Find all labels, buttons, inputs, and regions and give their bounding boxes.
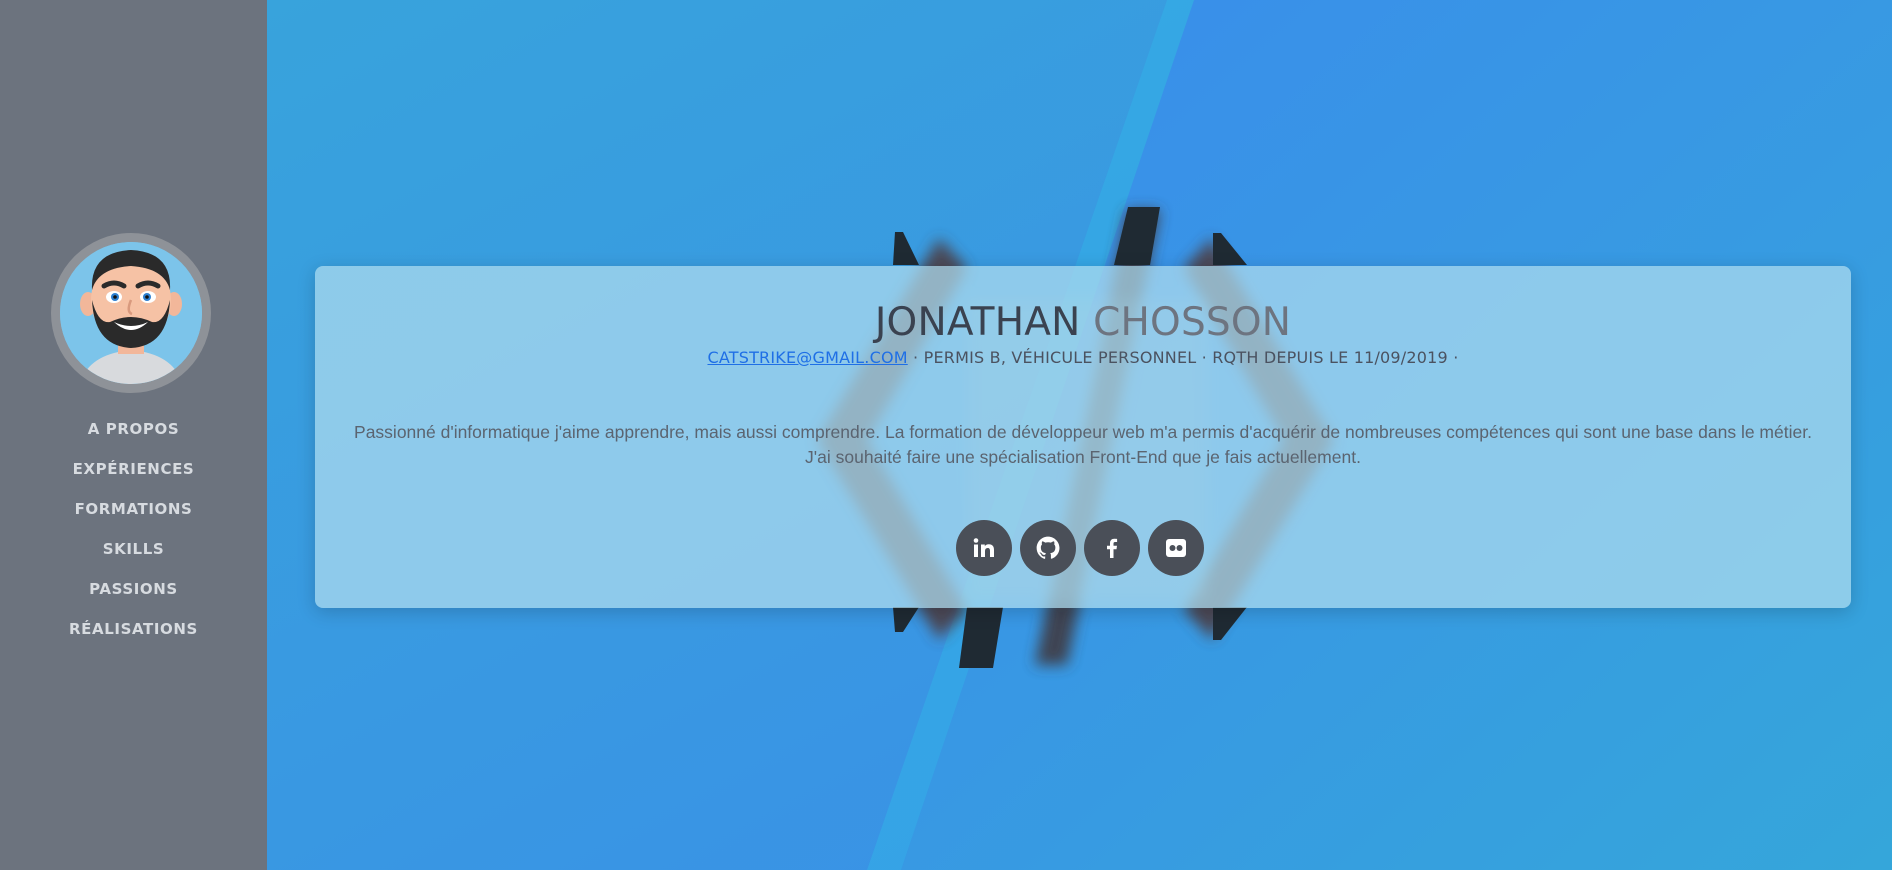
email-link[interactable]: CATSTRIKE@GMAIL.COM: [707, 348, 907, 367]
linkedin-icon: [973, 538, 994, 557]
social-links: [956, 520, 1204, 576]
first-name: JONATHAN: [874, 300, 1081, 345]
bearded-man-avatar-icon: [60, 242, 202, 384]
nav-link-experiences[interactable]: EXPÉRIENCES: [73, 460, 195, 478]
linkedin-button[interactable]: [956, 520, 1012, 576]
avatar-frame: [51, 233, 211, 393]
nav-link-formations[interactable]: FORMATIONS: [75, 500, 193, 518]
flickr-icon: [1166, 539, 1186, 557]
profile-card: JONATHAN CHOSSON CATSTRIKE@GMAIL.COM · P…: [315, 266, 1851, 608]
hero-section: JONATHAN CHOSSON CATSTRIKE@GMAIL.COM · P…: [267, 0, 1892, 870]
nav-link-realisations[interactable]: RÉALISATIONS: [69, 620, 198, 638]
nav-link-skills[interactable]: SKILLS: [103, 540, 165, 558]
avatar: [60, 242, 202, 384]
sidebar-item-a-propos: A PROPOS: [0, 417, 267, 457]
bio-text: Passionné d'informatique j'aime apprendr…: [354, 422, 1812, 467]
sidebar-item-experiences: EXPÉRIENCES: [0, 457, 267, 497]
nav-link-passions[interactable]: PASSIONS: [89, 580, 178, 598]
nav-link-a-propos[interactable]: A PROPOS: [88, 420, 179, 438]
profile-name: JONATHAN CHOSSON: [315, 300, 1851, 345]
sidebar-item-skills: SKILLS: [0, 537, 267, 577]
facebook-button[interactable]: [1084, 520, 1140, 576]
contact-details: · PERMIS B, VÉHICULE PERSONNEL · RQTH DE…: [907, 348, 1459, 367]
sidebar: A PROPOS EXPÉRIENCES FORMATIONS SKILLS P…: [0, 0, 267, 870]
github-icon: [1036, 536, 1060, 559]
contact-line: CATSTRIKE@GMAIL.COM · PERMIS B, VÉHICULE…: [315, 348, 1851, 367]
sidebar-item-formations: FORMATIONS: [0, 497, 267, 537]
sidebar-nav: A PROPOS EXPÉRIENCES FORMATIONS SKILLS P…: [0, 417, 267, 657]
flickr-button[interactable]: [1148, 520, 1204, 576]
last-name: CHOSSON: [1093, 300, 1292, 345]
sidebar-item-realisations: RÉALISATIONS: [0, 617, 267, 657]
page: A PROPOS EXPÉRIENCES FORMATIONS SKILLS P…: [0, 0, 1892, 870]
github-button[interactable]: [1020, 520, 1076, 576]
sidebar-item-passions: PASSIONS: [0, 577, 267, 617]
facebook-icon: [1107, 538, 1118, 558]
